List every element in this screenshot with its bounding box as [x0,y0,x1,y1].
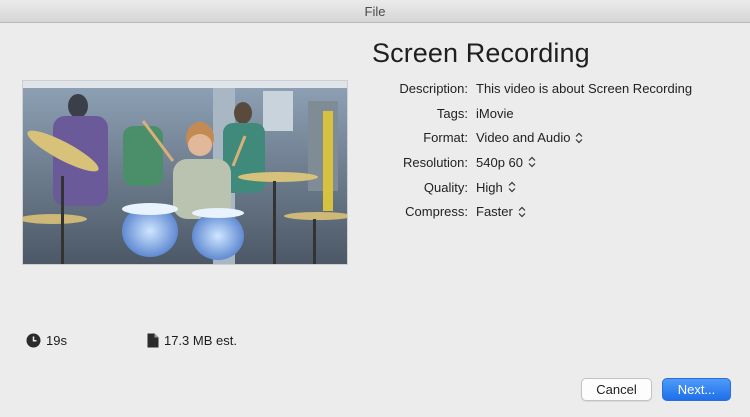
format-value: Video and Audio [476,130,571,146]
document-icon [147,333,159,348]
updown-chevron-icon [508,181,516,193]
share-file-dialog: File Screen Recording Description: This … [0,0,750,417]
description-field[interactable]: This video is about Screen Recording [476,81,692,96]
details-list: Description: This video is about Screen … [370,76,740,224]
size-value: 17.3 MB est. [163,333,237,348]
compress-label: Compress: [405,204,468,220]
cancel-button[interactable]: Cancel [581,378,652,401]
quality-label: Quality: [423,179,468,195]
details-row-format: Format: Video and Audio [370,125,740,150]
duration-stat: 19s [26,333,67,348]
details-row-tags: Tags: iMovie [370,101,740,126]
details-row-quality: Quality: High [370,175,740,200]
details-row-description: Description: This video is about Screen … [370,76,740,101]
duration-value: 19s [46,333,67,348]
compress-popup[interactable]: Faster [476,204,526,219]
format-popup[interactable]: Video and Audio [476,130,583,145]
details-row-resolution: Resolution: 540p 60 [370,150,740,175]
video-preview-thumbnail [22,80,348,265]
compress-value: Faster [476,204,513,220]
quality-popup[interactable]: High [476,180,516,195]
window-title: File [364,3,386,19]
size-stat: 17.3 MB est. [147,333,237,348]
resolution-value: 540p 60 [476,154,523,170]
clock-icon [26,333,41,348]
details-row-compress: Compress: Faster [370,199,740,224]
tags-label: Tags: [436,105,468,121]
quality-value: High [476,179,503,195]
next-button[interactable]: Next... [662,378,731,401]
updown-chevron-icon [528,157,536,168]
project-title: Screen Recording [372,38,590,68]
export-stats: 19s 17.3 MB est. [26,333,237,348]
description-label: Description: [399,80,468,96]
updown-chevron-icon [576,132,583,144]
title-bar[interactable]: File [0,0,750,23]
updown-chevron-icon [518,206,526,218]
resolution-label: Resolution: [402,154,468,170]
tags-field[interactable]: iMovie [476,106,514,121]
resolution-popup[interactable]: 540p 60 [476,155,536,170]
format-label: Format: [423,130,468,146]
